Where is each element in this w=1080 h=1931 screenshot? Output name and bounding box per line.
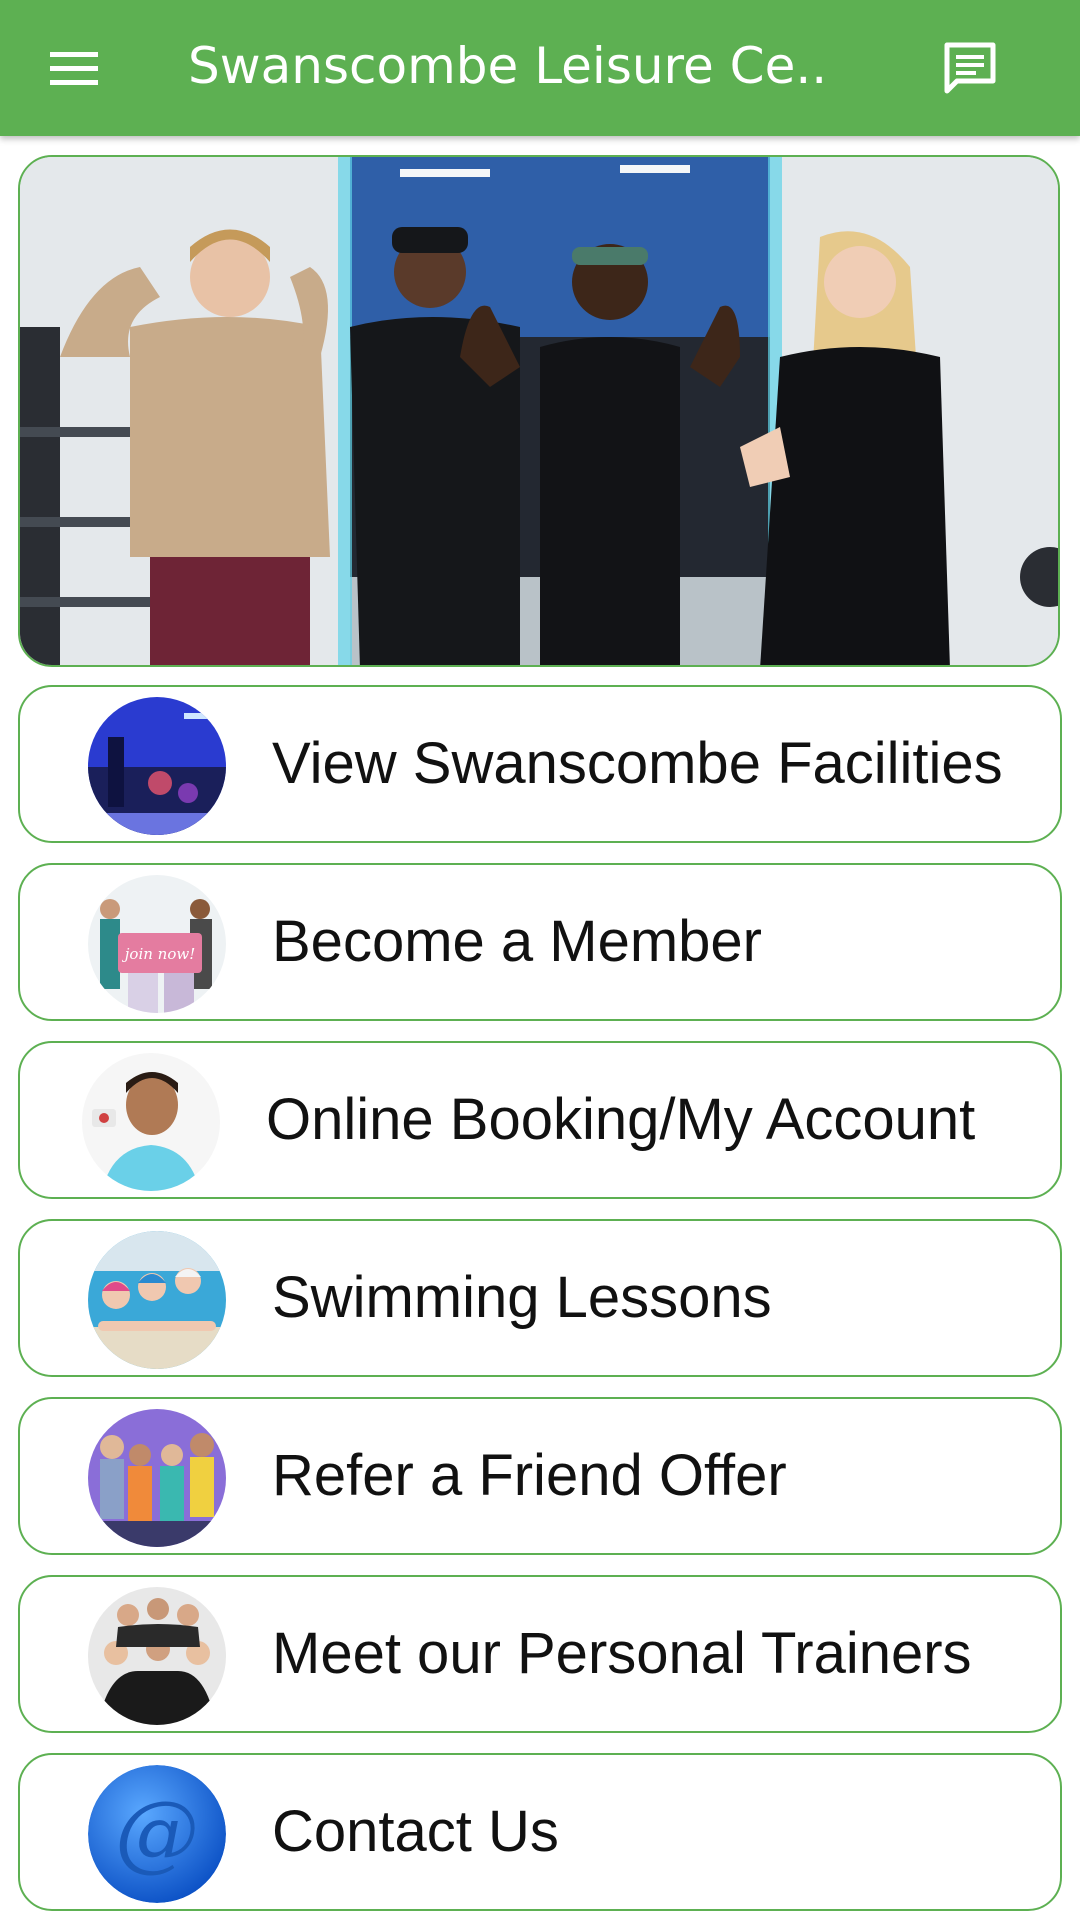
menu-item-facilities[interactable]: View Swanscombe Facilities xyxy=(18,685,1062,843)
menu-item-label: Contact Us xyxy=(272,1799,559,1864)
message-button[interactable] xyxy=(930,32,1010,104)
svg-text:join now!: join now! xyxy=(122,945,195,963)
menu-item-contact-us[interactable]: @ Contact Us xyxy=(18,1753,1062,1911)
personal-trainers-thumbnail xyxy=(88,1587,226,1725)
hamburger-menu-icon xyxy=(50,52,98,85)
menu-item-label: Meet our Personal Trainers xyxy=(272,1621,972,1686)
group-of-friends-thumbnail xyxy=(88,1409,226,1547)
menu-item-label: Swimming Lessons xyxy=(272,1265,772,1330)
group-of-gym-members-photo xyxy=(20,157,1058,665)
menu-item-refer-friend[interactable]: Refer a Friend Offer xyxy=(18,1397,1062,1555)
page-title: Swanscombe Leisure Ce... xyxy=(188,37,828,95)
menu-item-label: View Swanscombe Facilities xyxy=(272,731,1003,796)
hamburger-menu-button[interactable] xyxy=(36,36,112,100)
app-bar: Swanscombe Leisure Ce... xyxy=(0,0,1080,136)
smiling-man-thumbnail xyxy=(82,1053,220,1191)
children-swimming-thumbnail xyxy=(88,1231,226,1369)
hero-banner[interactable] xyxy=(18,155,1060,667)
message-icon xyxy=(944,42,996,94)
menu-item-become-member[interactable]: join now! Become a Member xyxy=(18,863,1062,1021)
menu-list: View Swanscombe Facilities join now! Bec… xyxy=(18,685,1062,1931)
menu-item-label: Refer a Friend Offer xyxy=(272,1443,787,1508)
menu-item-online-booking[interactable]: Online Booking/My Account xyxy=(18,1041,1062,1199)
join-now-thumbnail: join now! xyxy=(88,875,226,1013)
menu-item-label: Become a Member xyxy=(272,909,762,974)
menu-item-personal-trainers[interactable]: Meet our Personal Trainers xyxy=(18,1575,1062,1733)
svg-text:@: @ xyxy=(115,1783,199,1881)
menu-item-swimming-lessons[interactable]: Swimming Lessons xyxy=(18,1219,1062,1377)
menu-item-label: Online Booking/My Account xyxy=(266,1087,976,1152)
gym-facilities-thumbnail xyxy=(88,697,226,835)
at-sign-icon: @ xyxy=(88,1765,226,1903)
